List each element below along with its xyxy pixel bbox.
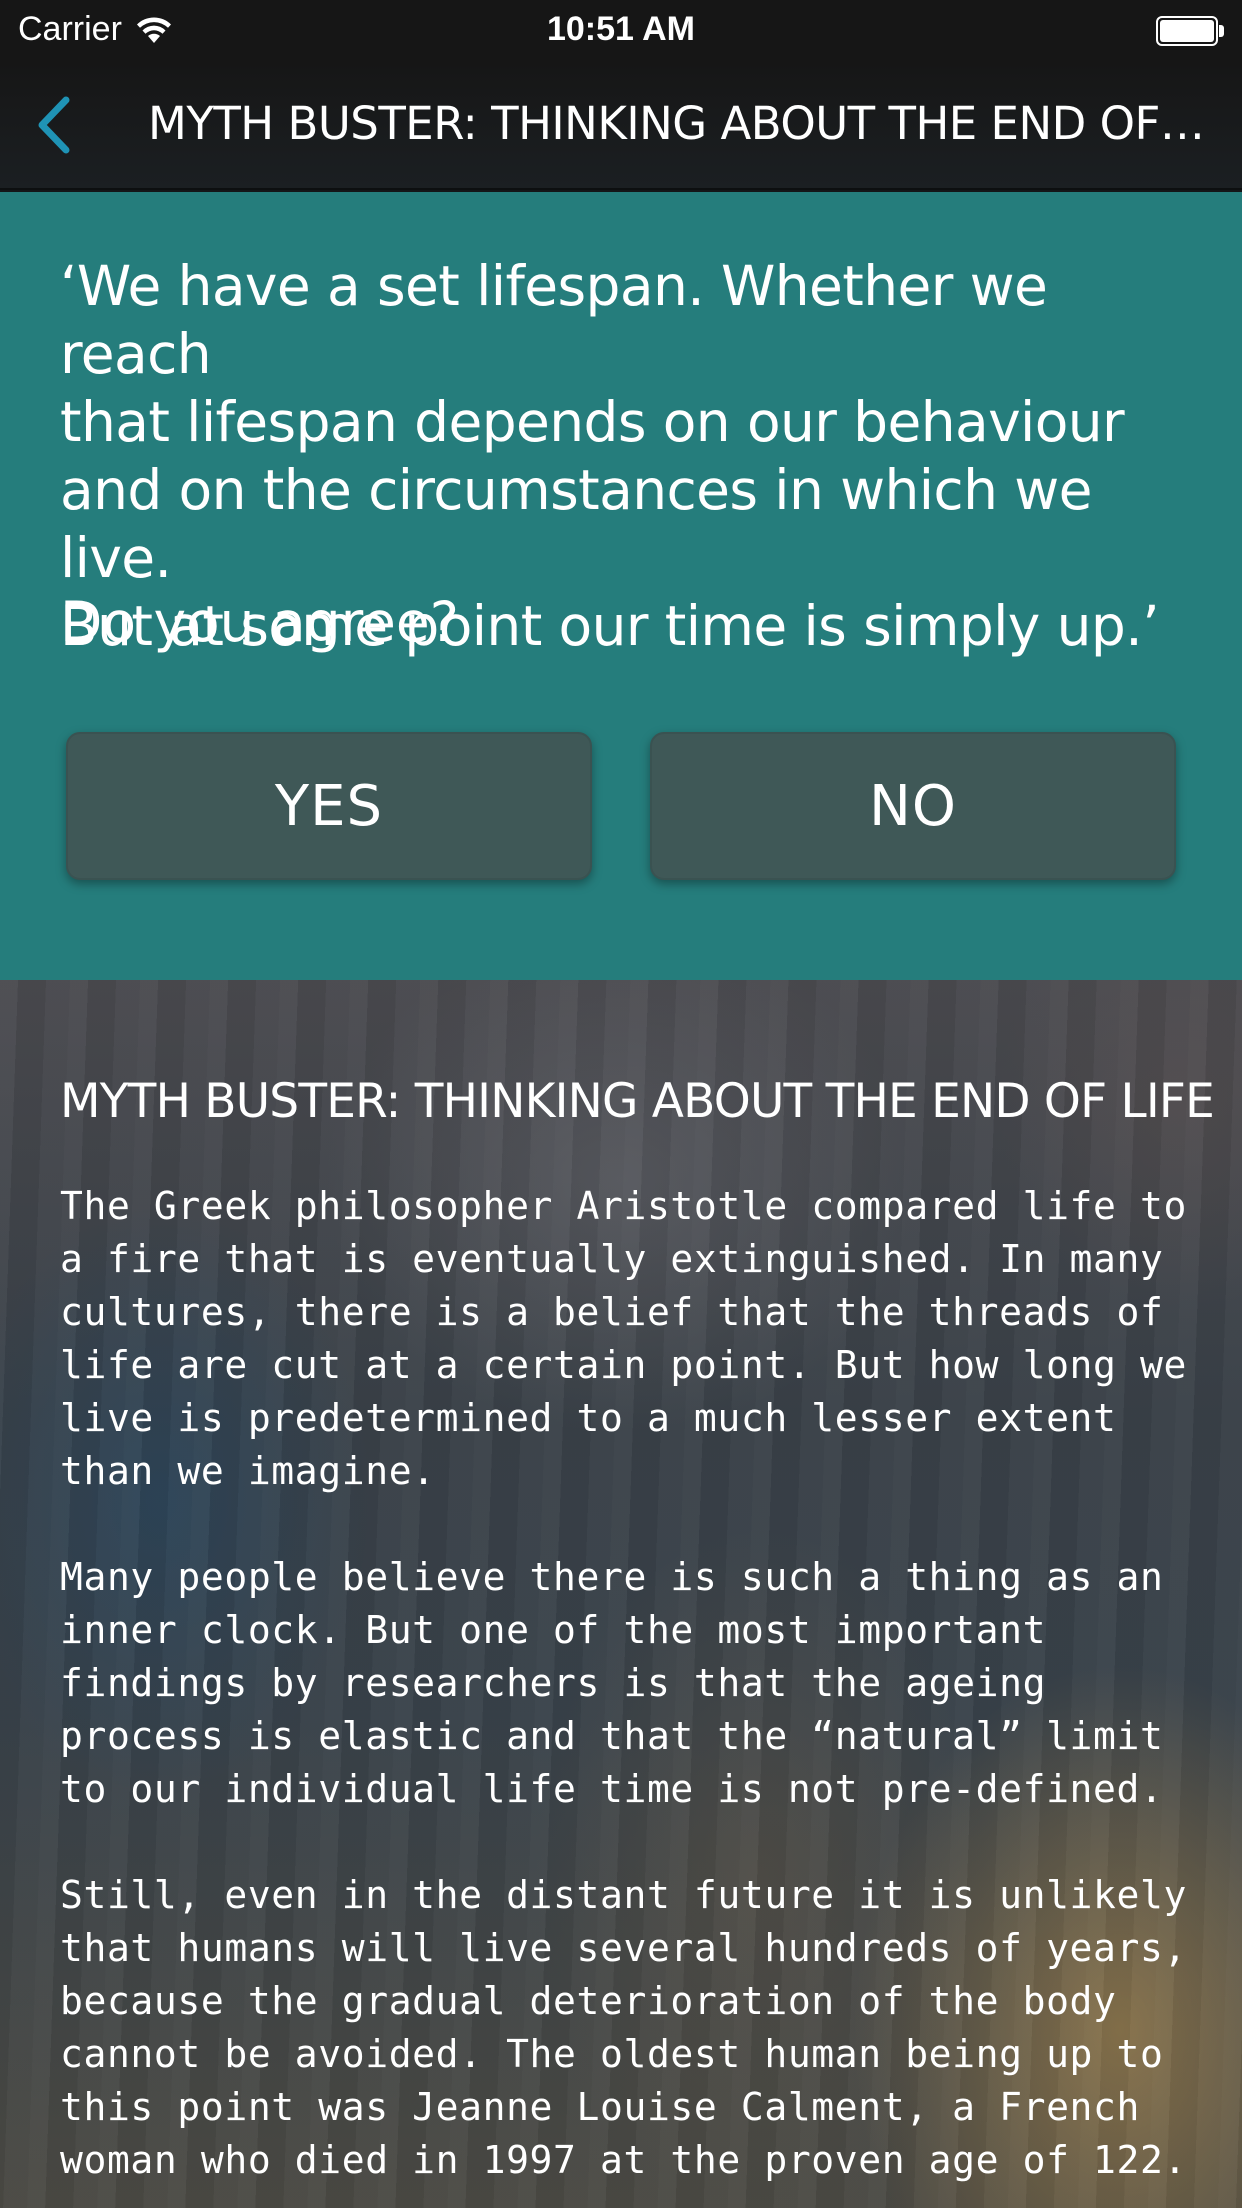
quiz-question: Do you agree? xyxy=(60,590,459,654)
navigation-bar: MYTH BUSTER: THINKING ABOUT THE END OF… xyxy=(0,60,1242,190)
article-paragraph: Many people believe there is such a thin… xyxy=(60,1555,1164,1811)
status-bar: Carrier 10:51 AM xyxy=(0,0,1242,60)
article-title: MYTH BUSTER: THINKING ABOUT THE END OF L… xyxy=(60,1074,1215,1129)
status-time: 10:51 AM xyxy=(546,10,696,48)
article-paragraph: The Greek philosopher Aristotle compared… xyxy=(60,1184,1187,1493)
yes-button[interactable]: YES xyxy=(66,732,592,880)
chevron-left-icon xyxy=(38,96,70,154)
article-section[interactable]: MYTH BUSTER: THINKING ABOUT THE END OF L… xyxy=(0,980,1242,2208)
nav-title: MYTH BUSTER: THINKING ABOUT THE END OF… xyxy=(148,97,1205,150)
quiz-panel: ‘We have a set lifespan. Whether we reac… xyxy=(0,192,1242,980)
article-body: The Greek philosopher Aristotle compared… xyxy=(60,1180,1210,2208)
no-button[interactable]: NO xyxy=(650,732,1176,880)
back-button[interactable] xyxy=(24,90,84,160)
battery-icon xyxy=(1156,16,1224,46)
article-paragraph: Still, even in the distant future it is … xyxy=(60,1873,1187,2182)
